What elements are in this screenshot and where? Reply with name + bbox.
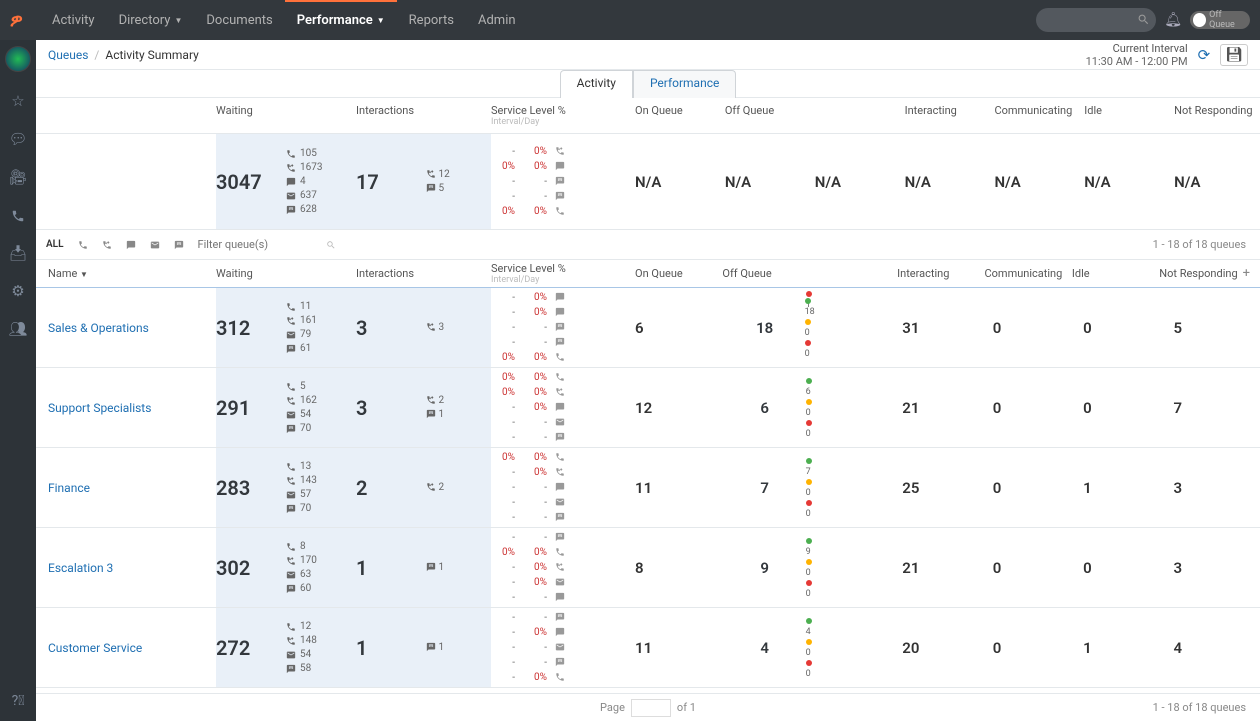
user-avatar[interactable] [5, 46, 31, 72]
search-icon [326, 238, 336, 251]
tab-performance[interactable]: Performance [633, 70, 736, 98]
help-icon[interactable]: ?⃝ [12, 693, 25, 709]
filter-all[interactable]: ALL [46, 239, 64, 250]
col-offqueue: Off Queue [721, 104, 811, 117]
col-interactions: Interactions [356, 104, 426, 117]
breadcrumb-root[interactable]: Queues [48, 48, 88, 62]
queue-filter-input[interactable] [198, 238, 318, 251]
video-icon[interactable]: 🎥︎ [8, 168, 27, 186]
tab-activity[interactable]: Activity [560, 70, 633, 98]
queue-row: Escalation 3 302 8 170 63 60 1 1 --0%0%-… [36, 528, 1260, 608]
col-idle: Idle [1080, 104, 1170, 117]
nav-activity[interactable]: Activity [40, 1, 107, 41]
breadcrumb-current: Activity Summary [105, 48, 198, 62]
col-sla: Service Level %Interval/Day [491, 104, 631, 127]
col-onqueue: On Queue [631, 104, 721, 117]
notifications-icon[interactable]: 🔔︎ [1164, 12, 1182, 28]
people-icon[interactable]: 👥︎ [8, 320, 27, 338]
filter-callback-icon[interactable] [102, 238, 112, 251]
col-interacting: Interacting [901, 104, 991, 117]
queue-row: Sales & Operations 312 11 161 79 61 3 3 … [36, 288, 1260, 368]
queue-name-link[interactable]: Customer Service [36, 608, 216, 687]
interval-time: 11:30 AM - 12:00 PM [1086, 55, 1188, 68]
queue-row: Finance 283 13 143 57 70 2 2 0%0%-0%----… [36, 448, 1260, 528]
favorites-icon[interactable]: ☆ [11, 92, 24, 110]
col-waiting: Waiting [216, 104, 286, 117]
top-navbar: ዎ ActivityDirectory▼DocumentsPerformance… [0, 0, 1260, 40]
add-column-icon[interactable]: + [1243, 266, 1250, 281]
breadcrumb-bar: Queues / Activity Summary Current Interv… [36, 40, 1260, 70]
filter-chat-icon[interactable] [126, 238, 136, 251]
interval-label: Current Interval [1086, 42, 1188, 55]
chat-icon[interactable]: 💬︎ [8, 130, 27, 148]
summary-row: 3047 105 1673 4 637 628 17 12 5 -0%0%0%-… [36, 134, 1260, 230]
presence-label: Off Queue [1209, 10, 1247, 30]
queue-name-link[interactable]: Finance [36, 448, 216, 527]
queue-name-link[interactable]: Sales & Operations [36, 288, 216, 367]
app-logo: ዎ [10, 10, 23, 31]
queue-name-link[interactable]: Support Specialists [36, 368, 216, 447]
nav-performance[interactable]: Performance▼ [285, 0, 397, 39]
queue-name-link[interactable]: Escalation 3 [36, 528, 216, 607]
save-icon[interactable]: 💾︎ [1220, 44, 1248, 66]
filter-bar: ALL 1 - 18 of 18 queues [36, 230, 1260, 260]
col-communicating: Communicating [990, 104, 1080, 117]
page-input[interactable] [631, 699, 671, 717]
nav-documents[interactable]: Documents [194, 1, 284, 41]
col-notresponding: Not Responding [1170, 104, 1260, 117]
filter-email-icon[interactable] [150, 238, 160, 251]
inbox-icon[interactable]: 📥︎ [8, 244, 27, 262]
column-header-summary: Waiting Interactions Service Level %Inte… [36, 98, 1260, 134]
settings-icon[interactable]: ⚙︎ [11, 282, 24, 300]
search-icon [1137, 12, 1150, 26]
nav-directory[interactable]: Directory▼ [107, 1, 195, 41]
filter-phone-icon[interactable] [78, 238, 88, 251]
queue-row: Customer Service 272 12 148 54 58 1 1 --… [36, 608, 1260, 688]
queue-row: Support Specialists 291 5 162 54 70 3 2 … [36, 368, 1260, 448]
refresh-icon[interactable]: ⟳ [1198, 46, 1211, 64]
global-search[interactable] [1036, 8, 1156, 32]
pager-text: 1 - 18 of 18 queues [1153, 238, 1246, 251]
phone-icon[interactable] [11, 206, 25, 224]
footer-paginator: Page of 1 1 - 18 of 18 queues [36, 693, 1260, 721]
view-tabs: Activity Performance [36, 69, 1260, 97]
presence-toggle[interactable]: Off Queue [1190, 11, 1250, 29]
nav-reports[interactable]: Reports [397, 1, 466, 41]
left-rail: ☆ 💬︎ 🎥︎ 📥︎ ⚙︎ 👥︎ ?⃝ [0, 40, 36, 721]
filter-message-icon[interactable] [174, 238, 184, 251]
column-header-rows: Name ▼ Waiting Interactions Service Leve… [36, 260, 1260, 288]
nav-admin[interactable]: Admin [466, 1, 528, 41]
